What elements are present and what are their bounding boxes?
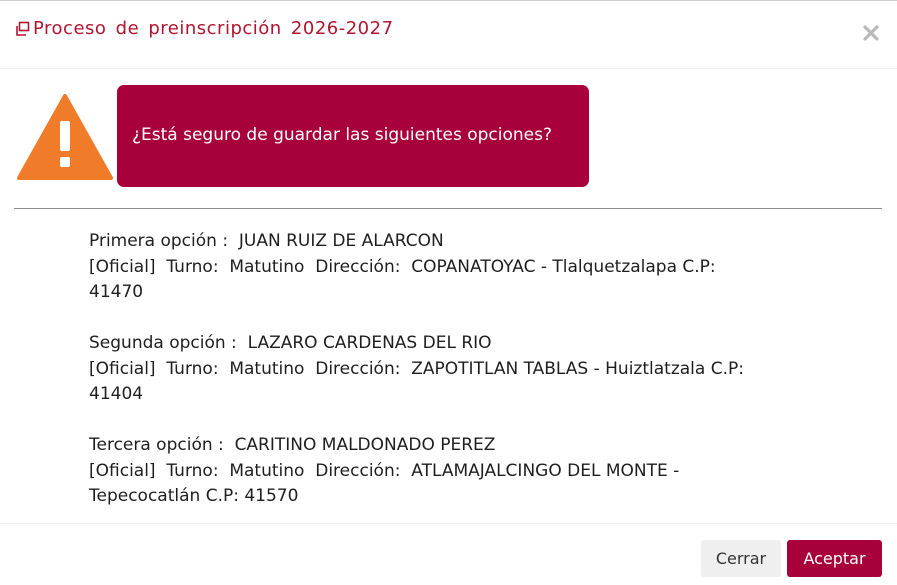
divider <box>14 208 882 209</box>
option-item-first: Primera opción : JUAN RUIZ DE ALARCON [O… <box>89 229 809 306</box>
option-details-continued: 41404 <box>89 384 144 404</box>
confirmation-alert: ¿Está seguro de guardar las siguientes o… <box>117 85 589 187</box>
option-details-continued: 41470 <box>89 282 144 302</box>
cancel-button[interactable]: Cerrar <box>701 540 781 577</box>
close-icon[interactable] <box>858 20 884 46</box>
dialog-header: Proceso de preinscripción 2026-2027 <box>0 0 897 69</box>
option-details: [Oficial] Turno: Matutino Dirección: COP… <box>89 256 716 277</box>
option-details: [Oficial] Turno: Matutino Dirección: ZAP… <box>89 358 744 379</box>
option-item-second: Segunda opción : LAZARO CARDENAS DEL RIO… <box>89 331 809 408</box>
alert-message: ¿Está seguro de guardar las siguientes o… <box>132 125 553 145</box>
option-item-third: Tercera opción : CARITINO MALDONADO PERE… <box>89 433 809 510</box>
option-details-continued: Tepecocatlán C.P: 41570 <box>89 486 299 506</box>
dialog-title: Proceso de preinscripción 2026-2027 <box>33 18 394 39</box>
preinscription-dialog: Proceso de preinscripción 2026-2027 ¿Est… <box>0 0 897 585</box>
accept-button[interactable]: Aceptar <box>787 540 882 577</box>
warning-triangle-icon <box>17 94 113 180</box>
option-label: Segunda opción : LAZARO CARDENAS DEL RIO <box>89 333 492 353</box>
option-details: [Oficial] Turno: Matutino Dirección: ATL… <box>89 460 680 481</box>
option-label: Primera opción : JUAN RUIZ DE ALARCON <box>89 231 444 251</box>
option-label: Tercera opción : CARITINO MALDONADO PERE… <box>89 435 496 455</box>
footer-divider <box>0 523 897 524</box>
window-restore-icon <box>16 21 30 36</box>
